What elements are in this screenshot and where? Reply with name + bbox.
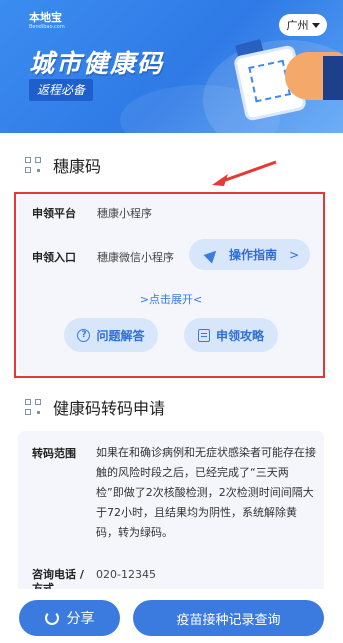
section-title: 穗康码 (53, 157, 102, 176)
scope-text: 如果在和确诊病例和无症状感染者可能存在接触的风险时段之后，已经完成了“三天两检”… (96, 446, 316, 539)
tagline-badge: 返程必备 (29, 79, 94, 101)
caret-down-icon (311, 22, 320, 28)
city-label: 广州 (286, 19, 309, 32)
qr-code-icon (25, 157, 41, 173)
vaccine-record-button[interactable]: 疫苗接种记录查询 (133, 600, 324, 636)
page-title: 城市健康码 (29, 49, 165, 78)
share-icon (44, 611, 59, 625)
header-banner: 本地宝 Bendibao.com 广州 城市健康码 返程必备 (0, 0, 343, 133)
section-transfer-header: 健康码转码申请 (25, 395, 165, 419)
highlight-box (14, 192, 325, 378)
brand-logo: 本地宝 (29, 11, 62, 24)
section-title: 健康码转码申请 (53, 399, 166, 418)
qr-code-icon (25, 399, 41, 415)
city-selector[interactable]: 广州 (279, 14, 327, 36)
contact-value: 020-12345 (96, 568, 156, 581)
vaccine-button-label: 疫苗接种记录查询 (176, 612, 281, 628)
qr-code-illustration (248, 59, 291, 103)
brand-domain: Bendibao.com (29, 24, 65, 30)
sleeve-illustration (323, 56, 343, 100)
section-sui-code-header: 穗康码 (25, 153, 101, 177)
transfer-panel: 转码范围 如果在和确诊病例和无症状感染者可能存在接触的风险时段之后，已经完成了“… (18, 431, 324, 601)
share-button-label: 分享 (66, 611, 95, 627)
annotation-arrow-icon (212, 160, 277, 186)
scope-label: 转码范围 (32, 447, 76, 460)
share-button[interactable]: 分享 (19, 600, 120, 636)
